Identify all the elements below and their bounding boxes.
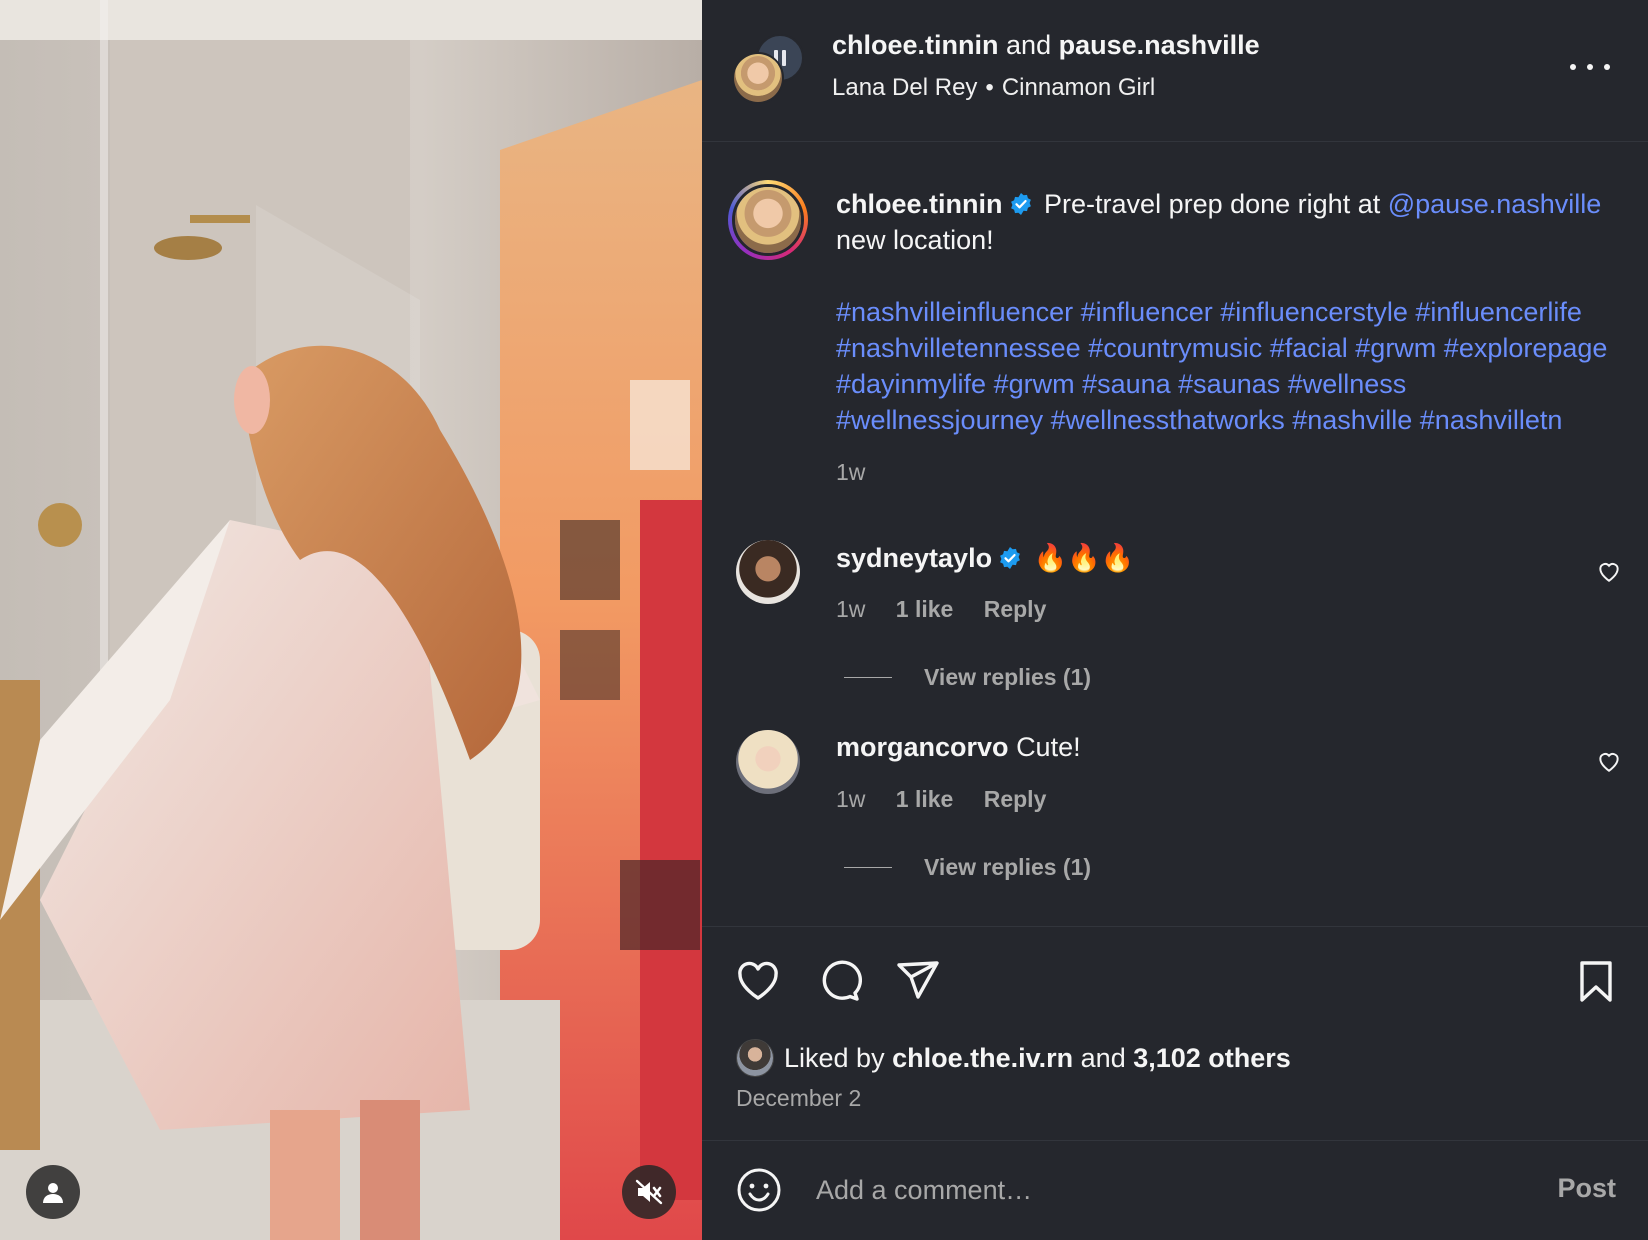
caption-timestamp[interactable]: 1w — [836, 454, 1616, 490]
share-paper-plane-icon[interactable] — [894, 957, 942, 1005]
post-header: chloee.tinnin and pause.nashville Lana D… — [702, 0, 1648, 142]
replies-divider — [844, 677, 892, 678]
comment-body: sydneytaylo 🔥🔥🔥 — [836, 542, 1134, 574]
more-options-button[interactable] — [1570, 52, 1610, 82]
audio-artist: Lana Del Rey — [832, 74, 978, 101]
post-comment-button[interactable]: Post — [1557, 1173, 1616, 1204]
comment-time[interactable]: 1w — [836, 596, 865, 622]
comment-reply-button[interactable]: Reply — [984, 596, 1047, 622]
caption-hashtags[interactable]: #nashvilleinfluencer #influencer #influe… — [836, 294, 1616, 438]
comment-meta: 1w 1 like Reply — [836, 786, 1070, 813]
more-horizontal-icon — [1570, 64, 1576, 70]
caption-author-avatar[interactable] — [728, 180, 808, 260]
comment-input[interactable] — [816, 1169, 1476, 1211]
comment-like-heart-icon[interactable] — [1596, 558, 1622, 584]
post-authors: chloee.tinnin and pause.nashville — [832, 30, 1260, 61]
audio-attribution[interactable]: Lana Del Rey • Cinnamon Girl — [832, 74, 1155, 102]
comment-composer: Post — [702, 1140, 1648, 1240]
authors-conjunction: and — [1006, 30, 1052, 60]
user-tag-icon — [43, 1183, 63, 1203]
comment-body: morgancorvo Cute! — [836, 732, 1081, 763]
like-heart-icon[interactable] — [734, 957, 782, 1005]
post-caption: chloee.tinnin Pre-travel prep done right… — [836, 186, 1616, 490]
caption-text-1: Pre-travel prep done right at — [1044, 189, 1381, 219]
liked-by-user[interactable]: chloe.the.iv.rn — [892, 1043, 1073, 1074]
video-frame — [0, 0, 702, 1240]
liked-by-others[interactable]: 3,102 others — [1133, 1043, 1291, 1074]
comment-likes[interactable]: 1 like — [896, 596, 954, 622]
caption-mention-link[interactable]: @pause.nashville — [1388, 189, 1602, 219]
commenter-username[interactable]: sydneytaylo — [836, 543, 992, 573]
view-replies-button[interactable]: View replies (1) — [844, 664, 1091, 691]
comment-text: Cute! — [1016, 732, 1081, 762]
speaker-muted-icon — [635, 1179, 663, 1205]
author-username[interactable]: chloee.tinnin — [832, 30, 999, 60]
comment-likes[interactable]: 1 like — [896, 786, 954, 812]
liked-by-summary[interactable]: Liked by chloe.the.iv.rn and 3,102 other… — [736, 1039, 1291, 1077]
liker-avatar — [736, 1039, 774, 1077]
author-avatar[interactable] — [732, 52, 784, 104]
commenter-avatar[interactable] — [736, 540, 800, 604]
comment-meta: 1w 1 like Reply — [836, 596, 1070, 623]
caption-text-2: new location! — [836, 225, 994, 255]
comment-time[interactable]: 1w — [836, 786, 865, 812]
comment-text: 🔥🔥🔥 — [1033, 543, 1135, 573]
liked-by-and: and — [1080, 1042, 1126, 1073]
audio-separator: • — [985, 74, 994, 101]
tagged-users-button[interactable] — [26, 1165, 80, 1219]
replies-divider — [844, 867, 892, 868]
view-replies-button[interactable]: View replies (1) — [844, 854, 1091, 881]
caption-username[interactable]: chloee.tinnin — [836, 189, 1003, 219]
comment-reply-button[interactable]: Reply — [984, 786, 1047, 812]
comment-like-heart-icon[interactable] — [1596, 748, 1622, 774]
commenter-username[interactable]: morgancorvo — [836, 732, 1009, 762]
mute-toggle-button[interactable] — [622, 1165, 676, 1219]
save-bookmark-icon[interactable] — [1572, 957, 1620, 1005]
collaborator-username[interactable]: pause.nashville — [1059, 30, 1260, 60]
audio-track: Cinnamon Girl — [1001, 74, 1156, 101]
commenter-avatar[interactable] — [736, 730, 800, 794]
post-date[interactable]: December 2 — [736, 1085, 861, 1112]
verified-badge-icon — [1010, 193, 1031, 215]
view-replies-label: View replies (1) — [924, 854, 1092, 880]
liked-by-prefix: Liked by — [784, 1042, 885, 1073]
post-actions: Liked by chloe.the.iv.rn and 3,102 other… — [702, 926, 1648, 1140]
verified-badge-icon — [1000, 547, 1020, 569]
post-details-panel: chloee.tinnin and pause.nashville Lana D… — [702, 0, 1648, 1240]
emoji-smiley-icon[interactable] — [736, 1167, 782, 1213]
view-replies-label: View replies (1) — [924, 664, 1092, 690]
comment-bubble-icon[interactable] — [814, 957, 862, 1005]
post-video[interactable] — [0, 0, 702, 1240]
